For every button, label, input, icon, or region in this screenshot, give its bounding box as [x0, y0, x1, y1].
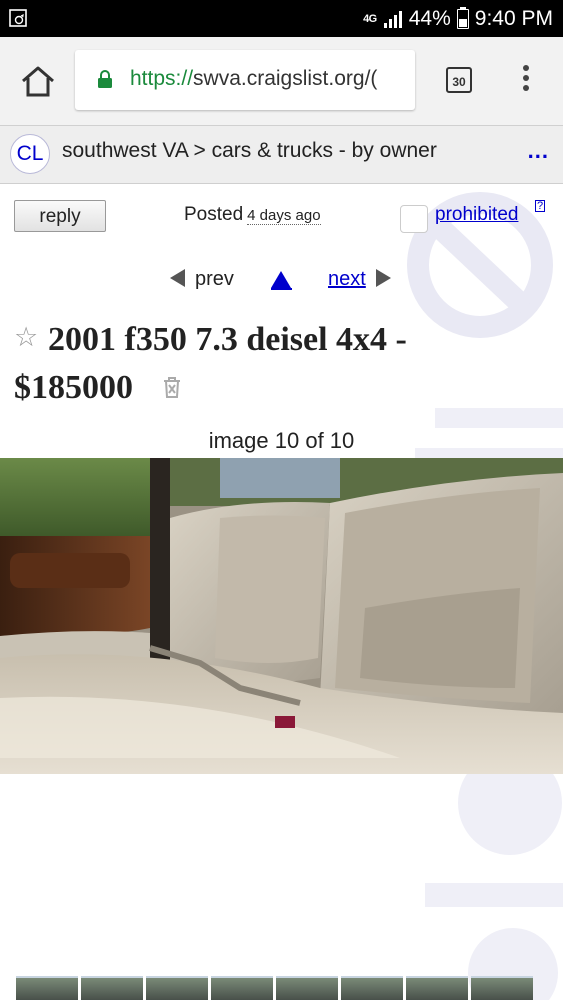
browser-toolbar: https://swva.craigslist.org/( 30 [0, 37, 563, 126]
image-caption: image 10 of 10 [208, 428, 355, 453]
thumbnail-image[interactable] [146, 976, 208, 1000]
thumbnail-image[interactable] [81, 976, 143, 1000]
prohibited-link[interactable]: prohibited [435, 204, 518, 226]
url-bar[interactable]: https://swva.craigslist.org/( [75, 50, 415, 110]
post-price: $185000 [14, 369, 133, 406]
post-title: 2001 f350 7.3 deisel 4x4 - [48, 321, 407, 358]
posted-ago: 4 days ago [247, 207, 321, 225]
up-arrow-icon[interactable] [271, 271, 291, 288]
breadcrumb[interactable]: southwest VA > cars & trucks - by owner [62, 139, 437, 163]
tab-switcher-button[interactable]: 30 [446, 67, 472, 93]
craigslist-header: CL southwest VA > cars & trucks - by own… [0, 126, 563, 184]
next-link[interactable]: next [328, 268, 391, 291]
more-menu-button[interactable]: ... [528, 138, 549, 164]
url-scheme: https:// [130, 67, 194, 90]
signal-icon [383, 11, 402, 28]
truck-interior-photo[interactable] [0, 458, 563, 774]
up-arrow-underline [271, 288, 292, 290]
network-type: 4G [363, 13, 377, 25]
left-triangle-icon [170, 269, 185, 287]
cl-logo[interactable]: CL [10, 134, 50, 174]
thumbnail-image[interactable] [341, 976, 403, 1000]
prev-link[interactable]: prev [170, 268, 234, 291]
flag-checkbox[interactable] [400, 205, 428, 233]
posted-label: Posted [184, 204, 244, 225]
thumbnail-image[interactable] [211, 976, 273, 1000]
lock-icon [98, 70, 112, 88]
thumbnail-image[interactable] [276, 976, 338, 1000]
battery-icon [456, 7, 469, 29]
clock: 9:40 PM [474, 7, 553, 30]
help-link[interactable]: ? [535, 200, 546, 212]
right-triangle-icon [375, 269, 391, 287]
thumbnail-image[interactable] [471, 976, 533, 1000]
url-text: https://swva.craigslist.org/( [130, 67, 377, 91]
favorite-star-icon[interactable]: ☆ [14, 322, 38, 353]
thumbnail-image[interactable] [406, 976, 468, 1000]
thumbnail-image[interactable] [16, 976, 78, 1000]
battery-percent: 44% [408, 7, 451, 30]
overflow-menu-icon[interactable] [520, 65, 532, 95]
next-label: next [328, 268, 366, 290]
home-icon[interactable] [18, 64, 58, 98]
posted-info: Posted 4 days ago [184, 204, 321, 226]
reply-button[interactable]: reply [14, 200, 106, 232]
url-host: swva.craigslist.org/( [193, 67, 378, 90]
hide-trash-icon[interactable] [162, 375, 182, 399]
screenshot-icon [9, 9, 27, 27]
prev-label: prev [195, 268, 234, 290]
thumbnail-strip [16, 976, 546, 1000]
status-bar: 4G 44% 9:40 PM [0, 0, 563, 37]
